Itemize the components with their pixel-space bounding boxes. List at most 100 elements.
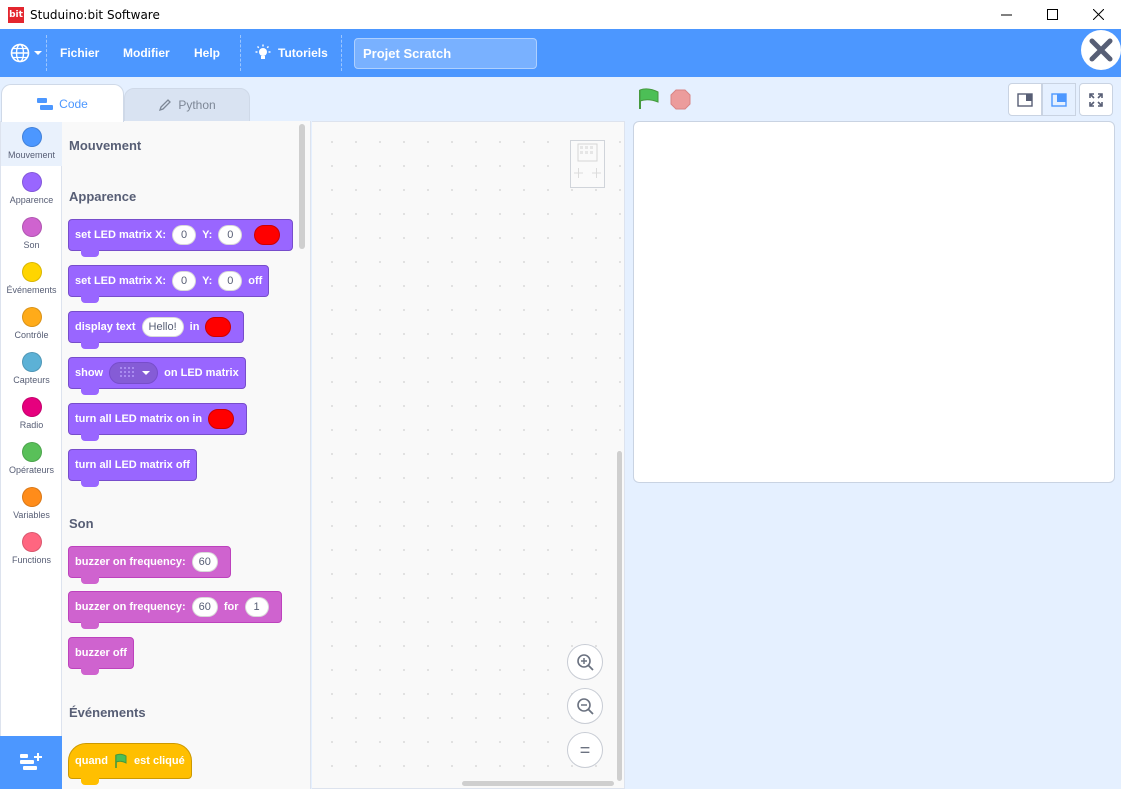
normal-stage-button[interactable] bbox=[1042, 83, 1076, 116]
block-when-flag-clicked[interactable]: quand est cliqué bbox=[68, 743, 192, 785]
category-motion[interactable]: Mouvement bbox=[1, 121, 62, 166]
workspace-horizontal-scrollbar[interactable] bbox=[462, 781, 614, 786]
maximize-button[interactable] bbox=[1029, 0, 1075, 29]
block-set-led-off[interactable]: set LED matrix X: 0 Y: 0 off bbox=[68, 265, 270, 303]
x-input[interactable]: 0 bbox=[172, 271, 197, 291]
tab-python[interactable]: Python bbox=[124, 88, 250, 122]
category-functions[interactable]: Functions bbox=[1, 526, 62, 571]
add-extension-icon bbox=[20, 752, 42, 770]
fullscreen-button[interactable] bbox=[1079, 83, 1113, 116]
category-sensors[interactable]: Capteurs bbox=[1, 346, 62, 391]
stage-canvas[interactable] bbox=[633, 121, 1115, 483]
block-text: turn all LED matrix off bbox=[75, 459, 190, 471]
block-text: off bbox=[248, 275, 263, 287]
color-picker[interactable] bbox=[208, 409, 235, 429]
block-text: set LED matrix X: bbox=[75, 229, 167, 241]
text-input[interactable]: Hello! bbox=[141, 317, 184, 337]
category-sound-dot bbox=[21, 217, 42, 237]
zoom-reset-label: = bbox=[579, 739, 591, 760]
edit-menu[interactable]: Modifier bbox=[123, 29, 170, 77]
language-menu[interactable] bbox=[10, 29, 43, 77]
file-menu[interactable]: Fichier bbox=[60, 29, 99, 77]
zoom-in-button[interactable] bbox=[567, 644, 603, 680]
category-sound[interactable]: Son bbox=[1, 211, 62, 256]
category-events[interactable]: Événements bbox=[1, 256, 62, 301]
category-label: Functions bbox=[11, 555, 52, 565]
section-looks-heading: Apparence bbox=[69, 189, 137, 204]
stop-icon bbox=[670, 89, 691, 110]
tutorials-label: Tutoriels bbox=[278, 46, 328, 60]
close-icon bbox=[1092, 9, 1104, 20]
block-text: buzzer on frequency: bbox=[75, 556, 186, 568]
category-label: Son bbox=[23, 240, 40, 250]
menu-divider bbox=[240, 35, 241, 71]
block-all-led-on[interactable]: turn all LED matrix on in bbox=[68, 403, 248, 441]
block-buzzer-off[interactable]: buzzer off bbox=[68, 637, 134, 675]
block-text: show bbox=[75, 367, 104, 379]
close-app-button[interactable] bbox=[1081, 30, 1121, 70]
tab-code[interactable]: Code bbox=[1, 84, 124, 122]
green-flag-button[interactable] bbox=[637, 88, 661, 115]
y-input[interactable]: 0 bbox=[218, 271, 243, 291]
section-events-heading: Événements bbox=[69, 705, 146, 720]
duration-input[interactable]: 1 bbox=[244, 597, 269, 617]
category-variables[interactable]: Variables bbox=[1, 481, 62, 526]
category-control-dot bbox=[21, 307, 42, 327]
category-radio[interactable]: Radio bbox=[1, 391, 62, 436]
category-label: Variables bbox=[13, 510, 50, 520]
block-display-text[interactable]: display text Hello! in bbox=[68, 311, 245, 349]
title-bar: bit Studuino:bit Software bbox=[0, 0, 1121, 29]
tutorials-menu[interactable]: Tutoriels bbox=[254, 29, 328, 77]
led-image-dropdown[interactable] bbox=[109, 362, 159, 384]
block-show-image[interactable]: show on LED matrix bbox=[68, 357, 246, 395]
globe-icon bbox=[10, 43, 30, 63]
y-input[interactable]: 0 bbox=[218, 225, 243, 245]
close-window-button[interactable] bbox=[1075, 0, 1121, 29]
category-operators-dot bbox=[21, 442, 42, 462]
category-operators[interactable]: Opérateurs bbox=[1, 436, 62, 481]
category-label: Événements bbox=[6, 285, 57, 295]
color-picker[interactable] bbox=[254, 225, 281, 245]
block-all-led-off[interactable]: turn all LED matrix off bbox=[68, 449, 197, 487]
workspace-vertical-scrollbar[interactable] bbox=[617, 451, 622, 781]
category-label: Apparence bbox=[9, 195, 54, 205]
stop-button[interactable] bbox=[670, 89, 691, 115]
block-text: buzzer on frequency: bbox=[75, 601, 186, 613]
small-stage-button[interactable] bbox=[1008, 83, 1042, 116]
category-control[interactable]: Contrôle bbox=[1, 301, 62, 346]
block-text: Y: bbox=[202, 229, 213, 241]
category-looks[interactable]: Apparence bbox=[1, 166, 62, 211]
zoom-reset-button[interactable]: = bbox=[567, 732, 603, 768]
category-events-dot bbox=[21, 262, 42, 282]
section-sound-heading: Son bbox=[69, 516, 94, 531]
block-buzzer-on-for[interactable]: buzzer on frequency: 60 for 1 bbox=[68, 591, 282, 629]
category-label: Radio bbox=[19, 420, 44, 430]
block-text: for bbox=[223, 601, 239, 613]
minimize-button[interactable] bbox=[983, 0, 1029, 29]
color-picker[interactable] bbox=[205, 317, 232, 337]
zoom-in-icon bbox=[577, 654, 594, 671]
tab-python-label: Python bbox=[178, 98, 216, 112]
minimize-icon bbox=[1000, 14, 1012, 16]
normal-stage-icon bbox=[1051, 92, 1067, 107]
block-buzzer-on[interactable]: buzzer on frequency: 60 bbox=[68, 546, 231, 584]
pencil-icon bbox=[159, 99, 172, 112]
fullscreen-icon bbox=[1089, 92, 1103, 107]
x-input[interactable]: 0 bbox=[172, 225, 197, 245]
zoom-out-button[interactable] bbox=[567, 688, 603, 724]
block-text: buzzer off bbox=[75, 647, 127, 659]
category-label: Capteurs bbox=[13, 375, 50, 385]
palette-scrollbar[interactable] bbox=[299, 124, 305, 249]
menu-divider bbox=[341, 35, 342, 71]
block-text: on LED matrix bbox=[164, 367, 239, 379]
add-extension-button[interactable] bbox=[0, 736, 62, 789]
block-set-led-color[interactable]: set LED matrix X: 0 Y: 0 bbox=[68, 219, 294, 257]
help-menu[interactable]: Help bbox=[194, 29, 220, 77]
frequency-input[interactable]: 60 bbox=[191, 597, 218, 617]
block-text: set LED matrix X: bbox=[75, 275, 167, 287]
project-title-input[interactable]: Projet Scratch bbox=[354, 38, 537, 69]
frequency-input[interactable]: 60 bbox=[191, 552, 218, 572]
chevron-down-icon bbox=[142, 371, 151, 375]
block-text: turn all LED matrix on in bbox=[75, 413, 203, 425]
microbit-board-icon bbox=[574, 143, 601, 178]
